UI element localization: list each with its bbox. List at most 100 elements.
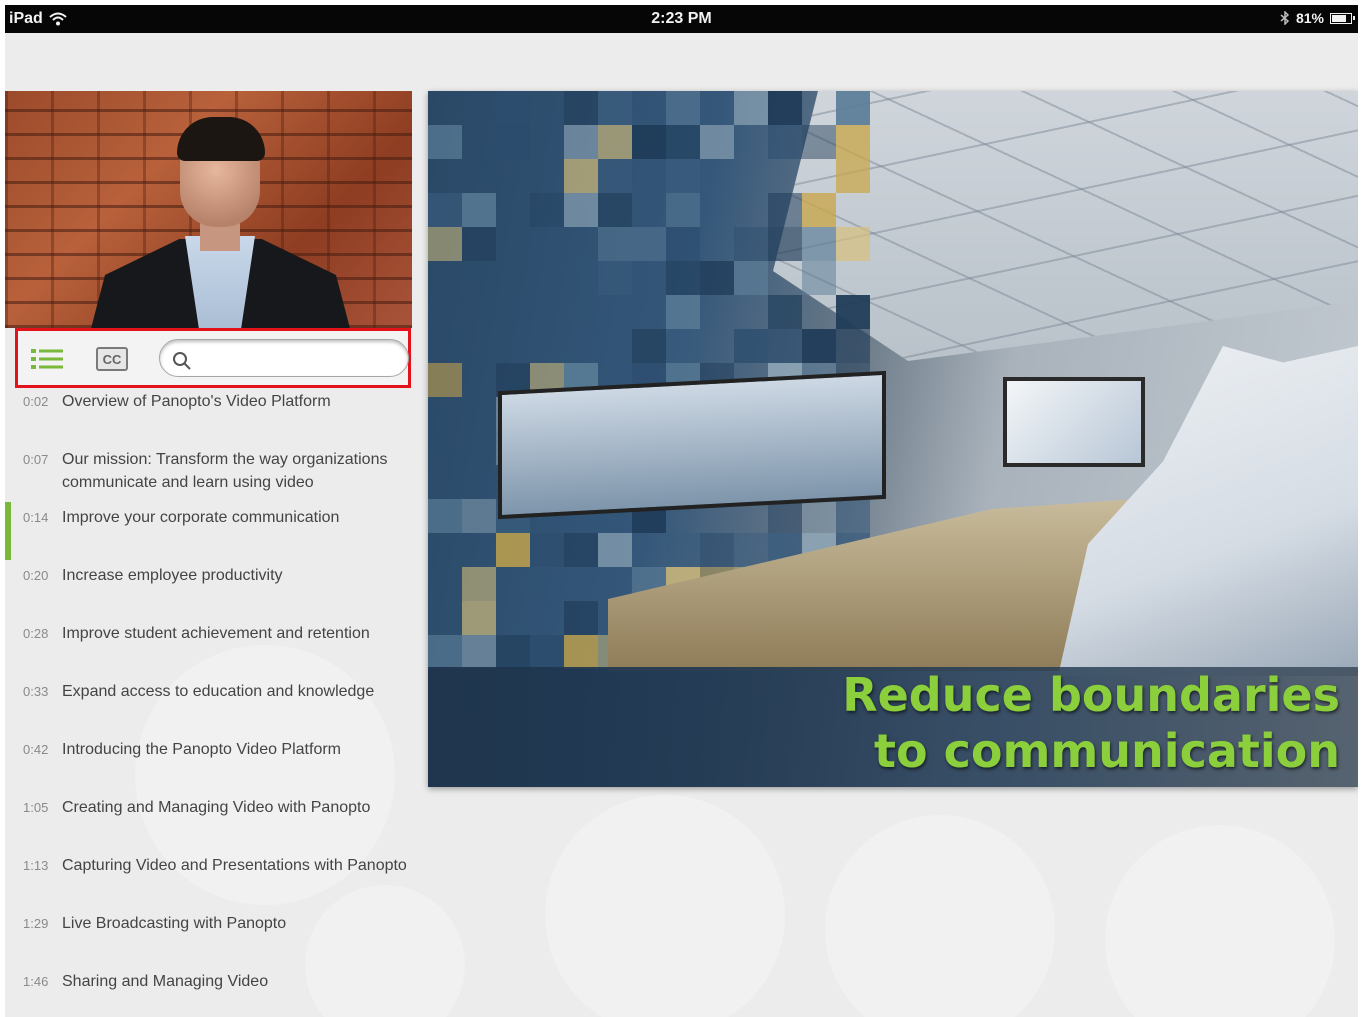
- mosaic-tile: [734, 533, 768, 567]
- mosaic-tile: [428, 125, 462, 159]
- mosaic-tile: [666, 227, 700, 261]
- mosaic-tile: [734, 261, 768, 295]
- mosaic-tile: [768, 227, 802, 261]
- mosaic-tile: [428, 193, 462, 227]
- chapter-title: Sharing and Managing Video: [62, 973, 269, 990]
- mosaic-tile: [836, 91, 870, 125]
- slide-caption: Reduce boundaries to communication: [842, 667, 1340, 779]
- mosaic-tile: [700, 533, 734, 567]
- mosaic-tile: [666, 329, 700, 363]
- mosaic-tile: [734, 227, 768, 261]
- mosaic-tile: [768, 125, 802, 159]
- mosaic-tile: [666, 295, 700, 329]
- search-input[interactable]: [159, 339, 409, 377]
- mosaic-tile: [598, 193, 632, 227]
- mosaic-tile: [564, 91, 598, 125]
- mosaic-tile: [564, 125, 598, 159]
- mosaic-tile: [598, 91, 632, 125]
- closed-captions-icon[interactable]: CC: [96, 347, 128, 371]
- chapter-title: Capturing Video and Presentations with P…: [62, 857, 407, 874]
- mosaic-tile: [530, 193, 564, 227]
- mosaic-tile: [530, 533, 564, 567]
- mosaic-tile: [666, 91, 700, 125]
- mosaic-tile: [462, 227, 496, 261]
- mosaic-tile: [428, 227, 462, 261]
- mosaic-tile: [462, 193, 496, 227]
- mosaic-tile: [428, 499, 462, 533]
- chapter-title: Improve student achievement and retentio…: [62, 625, 370, 642]
- mosaic-tile: [802, 499, 836, 533]
- slide-photo-projection: [1003, 377, 1145, 467]
- chapter-time: 0:02: [23, 394, 49, 409]
- ipad-screen: iPad 2:23 PM 81% CC 0:02 Overview of Pan…: [5, 5, 1358, 1017]
- chapter-time: 0:20: [23, 568, 49, 583]
- search-icon: [173, 352, 191, 370]
- mosaic-tile: [666, 125, 700, 159]
- mosaic-tile: [632, 227, 666, 261]
- mosaic-tile: [836, 159, 870, 193]
- active-chapter-indicator: [5, 502, 11, 560]
- mosaic-tile: [428, 363, 462, 397]
- mosaic-tile: [462, 567, 496, 601]
- mosaic-tile: [598, 125, 632, 159]
- mosaic-tile: [768, 193, 802, 227]
- mosaic-tile: [462, 601, 496, 635]
- mosaic-tile: [768, 91, 802, 125]
- chapter-time: 0:33: [23, 684, 49, 699]
- mosaic-tile: [734, 91, 768, 125]
- mosaic-tile: [836, 227, 870, 261]
- mosaic-tile: [700, 125, 734, 159]
- background-bubble: [545, 795, 785, 1017]
- chapter-time: 0:14: [23, 510, 49, 525]
- chapter-title: Our mission: Transform the way organizat…: [62, 451, 388, 491]
- background-bubble: [1105, 825, 1335, 1017]
- battery-percent: 81%: [1295, 10, 1324, 26]
- slide-photo-video-wall: [498, 370, 886, 520]
- mosaic-tile: [768, 329, 802, 363]
- presenter-video[interactable]: [5, 91, 412, 328]
- mosaic-tile: [530, 635, 564, 669]
- chapter-title: Creating and Managing Video with Panopto: [62, 799, 371, 816]
- status-time: 2:23 PM: [651, 10, 712, 27]
- chapter-title: Expand access to education and knowledge: [62, 683, 375, 700]
- chapter-time: 1:13: [23, 858, 49, 873]
- chapter-time: 1:29: [23, 916, 49, 931]
- slide-caption-line: to communication: [873, 724, 1340, 778]
- mosaic-tile: [564, 193, 598, 227]
- mosaic-tile: [802, 329, 836, 363]
- mosaic-tile: [564, 533, 598, 567]
- chapter-title: Introducing the Panopto Video Platform: [62, 741, 341, 758]
- background-bubble: [825, 815, 1055, 1017]
- mosaic-tile: [666, 193, 700, 227]
- mosaic-tile: [836, 295, 870, 329]
- player-toolbar: CC: [15, 328, 411, 388]
- list-icon[interactable]: [30, 347, 64, 371]
- mosaic-tile: [666, 261, 700, 295]
- mosaic-tile: [496, 91, 530, 125]
- mosaic-tile: [734, 329, 768, 363]
- chapter-time: 1:05: [23, 800, 49, 815]
- mosaic-tile: [564, 635, 598, 669]
- chapter-title: Live Broadcasting with Panopto: [62, 915, 287, 932]
- mosaic-tile: [666, 533, 700, 567]
- mosaic-tile: [462, 635, 496, 669]
- mosaic-tile: [802, 193, 836, 227]
- chapter-title: Improve your corporate communication: [62, 509, 340, 526]
- mosaic-tile: [802, 261, 836, 295]
- mosaic-tile: [802, 125, 836, 159]
- mosaic-tile: [632, 329, 666, 363]
- chapter-time: 0:07: [23, 452, 49, 467]
- mosaic-tile: [836, 329, 870, 363]
- chapter-title: Increase employee productivity: [62, 567, 283, 584]
- mosaic-tile: [632, 125, 666, 159]
- status-bar: iPad 2:23 PM 81%: [5, 5, 1358, 33]
- svg-text:CC: CC: [103, 352, 122, 367]
- slide-caption-line: Reduce boundaries: [842, 668, 1340, 722]
- mosaic-tile: [700, 261, 734, 295]
- mosaic-tile: [496, 533, 530, 567]
- mosaic-tile: [564, 159, 598, 193]
- mosaic-tile: [836, 125, 870, 159]
- chapter-time: 0:28: [23, 626, 49, 641]
- chapter-time: 1:46: [23, 974, 49, 989]
- presentation-slide[interactable]: Reduce boundaries to communication: [428, 91, 1358, 787]
